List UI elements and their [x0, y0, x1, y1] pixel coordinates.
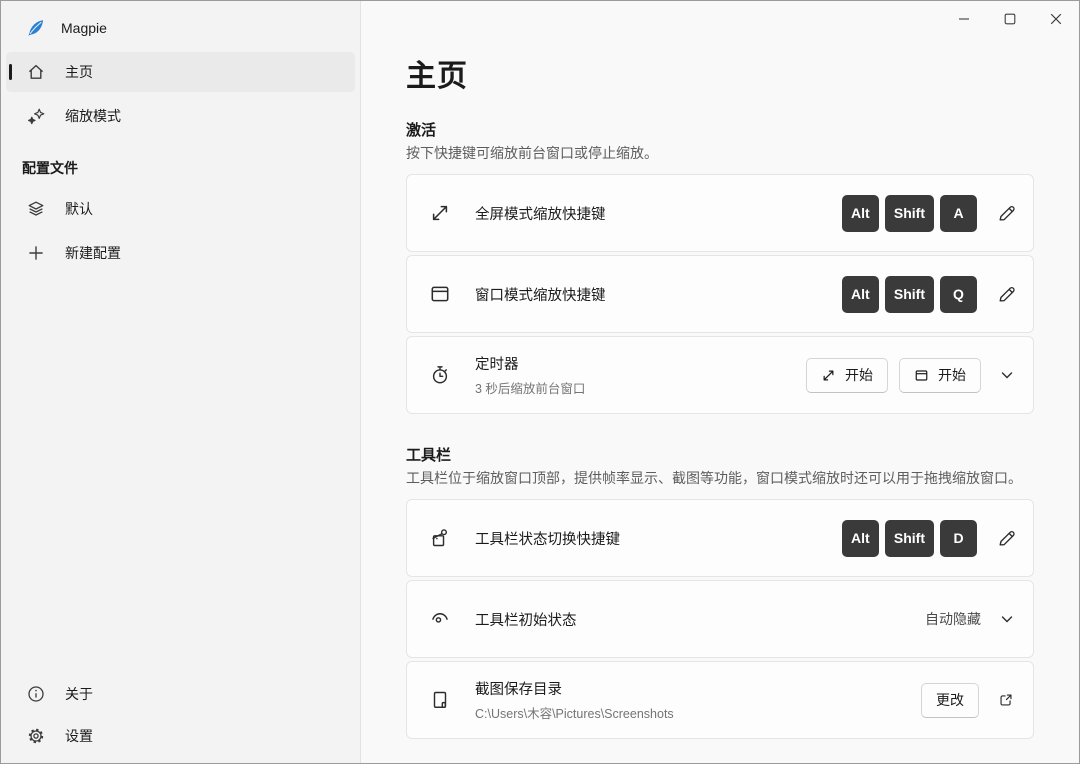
card-description: 3 秒后缩放前台窗口	[475, 382, 586, 396]
eye-icon	[428, 607, 452, 631]
change-directory-button[interactable]: 更改	[921, 682, 979, 718]
window-controls	[941, 1, 1079, 37]
key-cap: Alt	[841, 194, 879, 232]
start-window-button[interactable]: 开始	[899, 357, 981, 393]
chevron-down-icon[interactable]	[996, 608, 1018, 630]
sidebar-footer: 关于 设置	[1, 672, 360, 763]
sidebar-profiles-header: 配置文件	[22, 160, 78, 176]
resize-diagonal-icon	[821, 368, 836, 383]
pencil-icon[interactable]	[994, 201, 1018, 225]
page-title: 主页	[406, 60, 468, 93]
card-text: 工具栏状态切换快捷键	[475, 528, 842, 549]
card-text: 全屏模式缩放快捷键	[475, 203, 842, 224]
stopwatch-icon	[428, 363, 452, 387]
sidebar-item-label: 主页	[65, 64, 93, 80]
toolbar-state-value[interactable]: 自动隐藏	[925, 609, 981, 629]
design-tools-icon	[428, 526, 452, 550]
pencil-icon[interactable]	[994, 526, 1018, 550]
screenshot-path: C:\Users\木容\Pictures\Screenshots	[475, 707, 674, 721]
start-fullscreen-button[interactable]: 开始	[806, 357, 888, 393]
pencil-icon[interactable]	[994, 282, 1018, 306]
chevron-down-icon[interactable]	[996, 364, 1018, 386]
card-label: 定时器	[475, 357, 519, 373]
card-timer: 定时器 3 秒后缩放前台窗口 开始 开始	[406, 336, 1034, 414]
key-cap: Alt	[841, 519, 879, 557]
window-icon	[428, 282, 452, 306]
button-label: 开始	[845, 367, 873, 383]
key-cap: Shift	[884, 519, 934, 557]
section-activation: 激活 按下快捷键可缩放前台窗口或停止缩放。 全屏模式缩放快捷键 Alt Shif…	[406, 119, 1034, 414]
sidebar: Magpie 主页 缩放模式 配置文件 默认 新建配置 关于 设置	[1, 1, 361, 763]
key-cap: Alt	[841, 275, 879, 313]
key-cap: Shift	[884, 194, 934, 232]
sidebar-item-label: 缩放模式	[65, 108, 121, 124]
card-label: 窗口模式缩放快捷键	[475, 287, 606, 304]
card-fullscreen-shortcut: 全屏模式缩放快捷键 Alt Shift A	[406, 174, 1034, 252]
sidebar-item-label: 新建配置	[65, 245, 121, 261]
card-text: 工具栏初始状态	[475, 609, 925, 630]
close-button[interactable]	[1033, 1, 1079, 37]
section-title: 工具栏	[406, 447, 452, 464]
app-brand: Magpie	[1, 11, 360, 50]
sparkles-icon	[25, 106, 46, 127]
sidebar-item-new-profile[interactable]: 新建配置	[6, 233, 355, 273]
plus-icon	[25, 243, 46, 264]
main-panel: 主页 激活 按下快捷键可缩放前台窗口或停止缩放。 全屏模式缩放快捷键 Alt S…	[361, 1, 1079, 763]
card-label: 工具栏状态切换快捷键	[475, 531, 620, 548]
open-folder-icon[interactable]	[994, 688, 1018, 712]
shortcut-keys: Alt Shift Q	[841, 275, 977, 313]
image-file-icon	[428, 688, 452, 712]
button-label: 开始	[938, 367, 966, 383]
maximize-button[interactable]	[987, 1, 1033, 37]
sidebar-item-default-profile[interactable]: 默认	[6, 189, 355, 229]
shortcut-keys: Alt Shift D	[841, 519, 977, 557]
app-title: Magpie	[61, 19, 107, 36]
magpie-logo-icon	[25, 17, 46, 38]
card-toolbar-toggle-shortcut: 工具栏状态切换快捷键 Alt Shift D	[406, 499, 1034, 577]
shortcut-keys: Alt Shift A	[841, 194, 977, 232]
sidebar-item-label: 设置	[65, 728, 93, 744]
sidebar-item-settings[interactable]: 设置	[6, 716, 355, 756]
key-cap: D	[940, 519, 977, 557]
gear-icon	[25, 726, 46, 747]
page-content: 主页 激活 按下快捷键可缩放前台窗口或停止缩放。 全屏模式缩放快捷键 Alt S…	[361, 1, 1079, 739]
card-window-shortcut: 窗口模式缩放快捷键 Alt Shift Q	[406, 255, 1034, 333]
card-label: 截图保存目录	[475, 682, 562, 698]
sidebar-item-label: 关于	[65, 686, 93, 702]
app-window: Magpie 主页 缩放模式 配置文件 默认 新建配置 关于 设置 主页 激活 …	[0, 0, 1080, 764]
sidebar-item-scaling-modes[interactable]: 缩放模式	[6, 96, 355, 136]
section-description: 工具栏位于缩放窗口顶部，提供帧率显示、截图等功能，窗口模式缩放时还可以用于拖拽缩…	[406, 470, 1022, 486]
sidebar-item-home[interactable]: 主页	[6, 52, 355, 92]
key-cap: Q	[940, 275, 977, 313]
section-description: 按下快捷键可缩放前台窗口或停止缩放。	[406, 145, 658, 161]
window-icon	[914, 368, 929, 383]
card-list: 全屏模式缩放快捷键 Alt Shift A 窗口模式缩放快捷键 Alt Shif…	[406, 174, 1034, 414]
resize-diagonal-icon	[428, 201, 452, 225]
home-icon	[25, 62, 46, 83]
card-text: 窗口模式缩放快捷键	[475, 284, 842, 305]
card-label: 工具栏初始状态	[475, 612, 577, 629]
sidebar-item-label: 默认	[65, 201, 93, 217]
card-toolbar-initial-state: 工具栏初始状态 自动隐藏	[406, 580, 1034, 658]
key-cap: A	[940, 194, 977, 232]
button-label: 更改	[936, 692, 964, 708]
layers-icon	[25, 199, 46, 220]
card-text: 截图保存目录 C:\Users\木容\Pictures\Screenshots	[475, 678, 921, 722]
info-icon	[25, 684, 46, 705]
card-label: 全屏模式缩放快捷键	[475, 206, 606, 223]
sidebar-item-about[interactable]: 关于	[6, 674, 355, 714]
card-screenshot-directory: 截图保存目录 C:\Users\木容\Pictures\Screenshots …	[406, 661, 1034, 739]
card-list: 工具栏状态切换快捷键 Alt Shift D 工具栏初始状态 自动隐藏 截图保存…	[406, 499, 1034, 739]
section-title: 激活	[406, 122, 437, 139]
minimize-button[interactable]	[941, 1, 987, 37]
key-cap: Shift	[884, 275, 934, 313]
section-toolbar: 工具栏 工具栏位于缩放窗口顶部，提供帧率显示、截图等功能，窗口模式缩放时还可以用…	[406, 444, 1034, 739]
card-text: 定时器 3 秒后缩放前台窗口	[475, 353, 806, 397]
sidebar-nav: 主页 缩放模式 配置文件 默认 新建配置	[1, 50, 360, 275]
